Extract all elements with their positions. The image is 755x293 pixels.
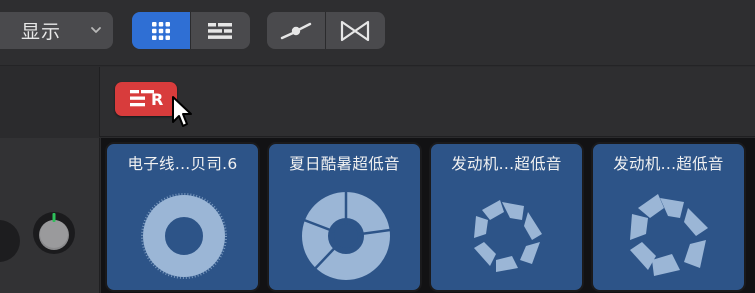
cell-title: 发动机...超低音 bbox=[613, 155, 724, 173]
cell-grid: 电子线...贝司.6 夏日酷暑超低音 发动机...超低音 发动机...超低音 bbox=[101, 138, 755, 293]
curve-segmented-control bbox=[267, 12, 385, 49]
record-list-button[interactable]: R bbox=[115, 82, 177, 116]
curve-node-icon bbox=[280, 22, 312, 39]
cell-item[interactable]: 发动机...超低音 bbox=[429, 142, 584, 292]
mute-button[interactable] bbox=[0, 220, 20, 262]
cell-item[interactable]: 夏日酷暑超低音 bbox=[267, 142, 422, 292]
automation-curve-button[interactable] bbox=[267, 12, 325, 49]
mouse-pointer-icon bbox=[172, 96, 192, 127]
cell-title: 发动机...超低音 bbox=[451, 155, 562, 173]
waveform-ring-icon bbox=[141, 193, 227, 279]
show-menu-label: 显示 bbox=[21, 21, 62, 43]
toolbar: 显示 bbox=[0, 0, 755, 66]
grid-view-button[interactable] bbox=[132, 12, 190, 49]
cell-header-band: R bbox=[0, 67, 755, 137]
cell-title: 夏日酷暑超低音 bbox=[289, 155, 400, 173]
show-menu[interactable]: 显示 bbox=[0, 12, 113, 49]
crossfade-button[interactable] bbox=[326, 12, 384, 49]
chevron-down-icon bbox=[91, 27, 101, 33]
volume-knob-icon[interactable] bbox=[31, 210, 77, 256]
cell-item[interactable]: 发动机...超低音 bbox=[591, 142, 746, 292]
list-view-button[interactable] bbox=[191, 12, 249, 49]
view-mode-segmented-control bbox=[132, 12, 250, 49]
cell-title: 电子线...贝司.6 bbox=[127, 155, 238, 173]
waveform-notched-ring-icon bbox=[302, 192, 391, 280]
waveform-spiral-icon bbox=[630, 194, 708, 276]
bowtie-icon bbox=[340, 20, 370, 41]
waveform-spiral-icon bbox=[474, 200, 542, 272]
grid-icon bbox=[152, 21, 170, 40]
track-header-spacer bbox=[0, 67, 100, 137]
record-label: R bbox=[151, 90, 164, 109]
cell-item[interactable]: 电子线...贝司.6 bbox=[105, 142, 260, 292]
list-icon bbox=[208, 22, 232, 39]
